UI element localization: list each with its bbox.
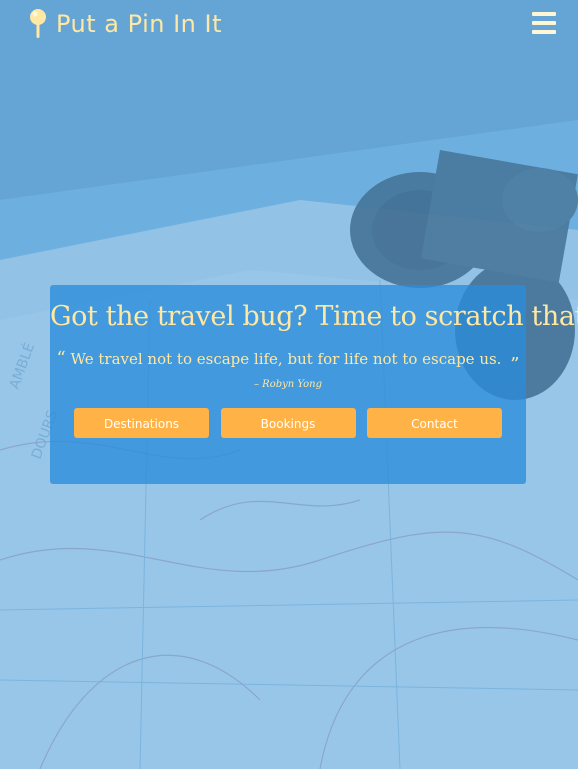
brand-name: Put a Pin In It	[56, 10, 222, 38]
quote-text: We travel not to escape life, but for li…	[70, 350, 502, 368]
hamburger-menu-icon[interactable]	[532, 12, 556, 34]
brand-link[interactable]: Put a Pin In It	[28, 8, 222, 40]
open-quote-mark: “	[56, 348, 66, 369]
page: AMBLÉ DOURS Put a Pin In It	[0, 0, 578, 769]
navbar: Put a Pin In It	[0, 0, 578, 48]
quote-author: – Robyn Yong	[254, 379, 322, 390]
hero-title: Got the travel bug? Time to scratch that…	[50, 301, 578, 332]
map-pin-icon	[30, 9, 46, 38]
contact-button[interactable]: Contact	[367, 408, 502, 438]
hero-card: Got the travel bug? Time to scratch that…	[50, 285, 578, 484]
hero-button-row: Destinations Bookings Contact	[74, 408, 502, 438]
destinations-button[interactable]: Destinations	[74, 408, 209, 438]
bookings-button[interactable]: Bookings	[220, 408, 356, 438]
close-quote-mark: ”	[510, 354, 520, 375]
hero-quote: “ We travel not to escape life, but for …	[50, 348, 526, 375]
